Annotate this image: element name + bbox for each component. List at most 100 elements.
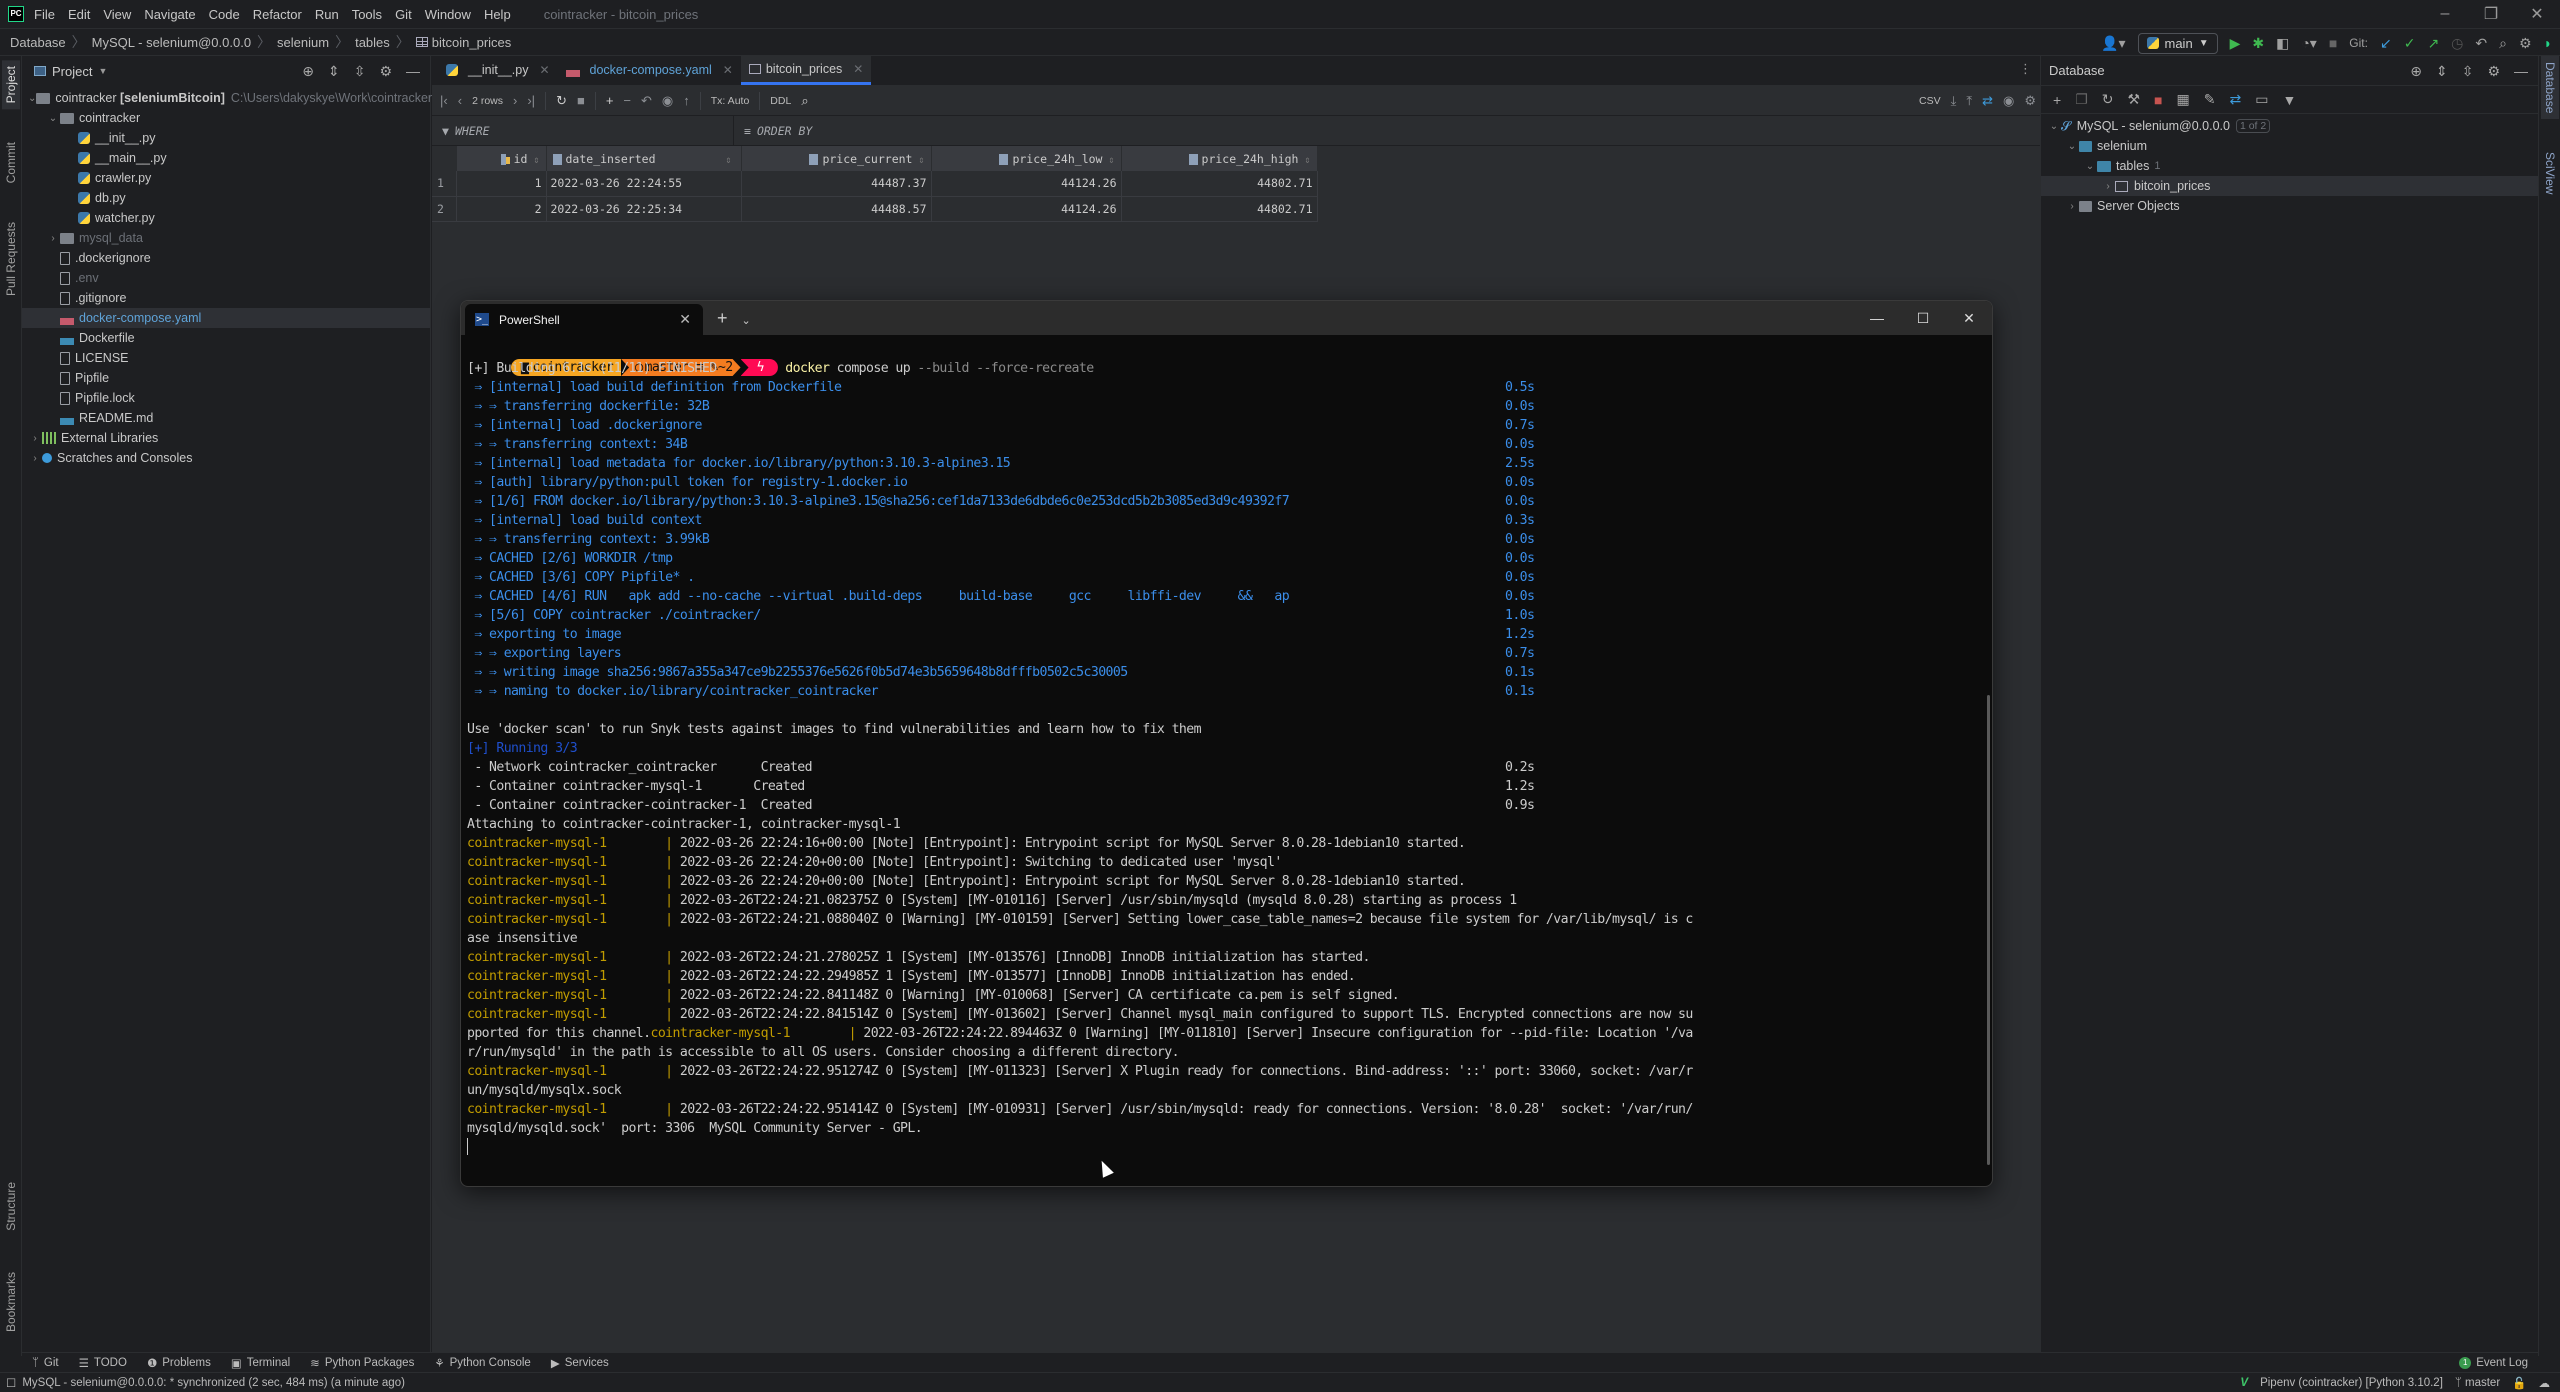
breadcrumb-tables[interactable]: tables xyxy=(355,35,390,50)
locate-icon[interactable]: ⊕ xyxy=(302,63,314,80)
tool-problems[interactable]: ❶ Problems xyxy=(147,1356,211,1370)
column-header-price-current[interactable]: price_current ⇕ xyxy=(741,146,932,171)
breadcrumb-schema[interactable]: selenium xyxy=(277,35,329,50)
refresh-icon[interactable]: ↻ xyxy=(556,93,567,109)
tree-item[interactable]: README.md xyxy=(22,408,430,428)
tool-git[interactable]: ᛘ Git xyxy=(32,1357,59,1369)
hide-icon[interactable]: — xyxy=(406,63,420,79)
jump-to-console-icon[interactable]: ⇄ xyxy=(2229,91,2241,108)
first-page-icon[interactable]: |‹ xyxy=(440,93,448,108)
lock-icon[interactable]: 🔓 xyxy=(2512,1376,2526,1390)
collapse-all-icon[interactable]: ⇳ xyxy=(354,63,366,80)
breadcrumb-connection[interactable]: MySQL - selenium@0.0.0.0 xyxy=(92,35,251,50)
restore-icon[interactable]: ❐ xyxy=(2468,0,2514,28)
order-by-filter[interactable]: ≡ ORDER BY xyxy=(734,124,812,138)
row-number[interactable]: 2 xyxy=(432,196,457,222)
chevron-down-icon[interactable]: ⌄ xyxy=(2065,141,2079,152)
event-log-button[interactable]: 1 Event Log xyxy=(2459,1356,2528,1369)
user-icon[interactable]: 👤▾ xyxy=(2101,35,2125,52)
stripe-tab-commit[interactable]: Commit xyxy=(2,136,20,189)
tree-item[interactable]: __init__.py xyxy=(22,128,430,148)
tab-docker-compose[interactable]: docker-compose.yaml ✕ xyxy=(558,55,741,85)
rows-selector[interactable]: 2 rows xyxy=(472,95,503,107)
status-message[interactable]: MySQL - selenium@0.0.0.0: * synchronized… xyxy=(22,1377,405,1389)
tree-table-bitcoin-prices[interactable]: › bitcoin_prices xyxy=(2041,176,2538,196)
tree-root[interactable]: ⌄ cointracker [seleniumBitcoin] C:\Users… xyxy=(22,88,432,108)
chevron-down-icon[interactable]: ⌄ xyxy=(2083,161,2097,172)
filter-icon[interactable]: ▼ xyxy=(2282,92,2296,108)
close-tab-icon[interactable]: ✕ xyxy=(539,63,549,77)
refresh-icon[interactable]: ↻ xyxy=(2102,91,2114,108)
properties-icon[interactable]: ⚒ xyxy=(2127,91,2140,108)
tree-scratches[interactable]: › Scratches and Consoles xyxy=(22,448,430,468)
stripe-tab-project[interactable]: Project xyxy=(2,60,20,110)
tree-item[interactable]: LICENSE xyxy=(22,348,430,368)
git-update-icon[interactable]: ↙ xyxy=(2380,35,2392,52)
preview-pending-icon[interactable]: ◉ xyxy=(662,93,673,109)
menu-code[interactable]: Code xyxy=(209,7,240,22)
import-icon[interactable]: ⤒ xyxy=(1966,93,1972,109)
submit-icon[interactable]: ↑ xyxy=(683,93,690,108)
tx-mode-selector[interactable]: Tx: Auto xyxy=(711,95,750,107)
edit-icon[interactable]: ✎ xyxy=(2204,91,2216,108)
tree-server-objects[interactable]: › Server Objects xyxy=(2041,196,2538,216)
new-tab-icon[interactable]: + xyxy=(717,308,728,329)
tree-item[interactable]: Pipfile xyxy=(22,368,430,388)
stripe-tab-structure[interactable]: Structure xyxy=(2,1176,20,1237)
column-header-date-inserted[interactable]: date_inserted ⇕ xyxy=(546,146,742,171)
close-tab-icon[interactable]: ✕ xyxy=(679,311,691,328)
breadcrumb-database[interactable]: Database xyxy=(10,35,66,50)
stop-icon[interactable]: ■ xyxy=(2329,35,2337,51)
maximize-icon[interactable]: ☐ xyxy=(1900,301,1946,335)
tree-item[interactable]: .gitignore xyxy=(22,288,430,308)
cell-price-current[interactable]: 44487.37 xyxy=(741,171,932,197)
close-icon[interactable]: ✕ xyxy=(2514,0,2560,28)
expand-all-icon[interactable]: ⇕ xyxy=(2436,63,2448,80)
row-number[interactable]: 1 xyxy=(432,171,457,197)
stripe-tab-pull-requests[interactable]: Pull Requests xyxy=(2,216,20,302)
close-tab-icon[interactable]: ✕ xyxy=(853,62,863,76)
search-icon[interactable]: ⌕ xyxy=(801,93,808,109)
menu-refactor[interactable]: Refactor xyxy=(253,7,302,22)
menu-view[interactable]: View xyxy=(103,7,131,22)
cell-id[interactable]: 2 xyxy=(456,196,547,222)
tree-external-libraries[interactable]: › External Libraries xyxy=(22,428,430,448)
tool-todo[interactable]: ☰ TODO xyxy=(79,1356,127,1370)
git-commit-icon[interactable]: ✓ xyxy=(2404,35,2416,52)
run-icon[interactable]: ▶ xyxy=(2230,35,2241,52)
prev-page-icon[interactable]: ‹ xyxy=(458,93,462,108)
tree-item[interactable]: .env xyxy=(22,268,430,288)
column-header-id[interactable]: id ⇕ xyxy=(456,146,547,171)
ddl-button[interactable]: DDL xyxy=(770,95,791,107)
terminal-scrollbar[interactable] xyxy=(1987,695,1990,1165)
add-row-icon[interactable]: + xyxy=(606,93,614,108)
settings-icon[interactable]: ⚙ xyxy=(2487,63,2500,80)
tool-python-packages[interactable]: ≋ Python Packages xyxy=(310,1356,414,1370)
table-row[interactable]: 2 2 2022-03-26 22:25:34 44488.57 44124.2… xyxy=(432,196,1318,222)
git-push-icon[interactable]: ↗ xyxy=(2427,35,2439,52)
locate-icon[interactable]: ⊕ xyxy=(2410,63,2422,80)
minimize-icon[interactable]: – xyxy=(2422,0,2468,28)
breadcrumb-table[interactable]: bitcoin_prices xyxy=(432,35,512,50)
table-row[interactable]: 1 1 2022-03-26 22:24:55 44487.37 44124.2… xyxy=(432,171,1318,197)
dropdown-icon[interactable]: ⌄ xyxy=(742,314,751,327)
cell-price-24h-low[interactable]: 44124.26 xyxy=(931,196,1122,222)
chevron-right-icon[interactable]: › xyxy=(28,433,42,444)
column-header-price-24h-low[interactable]: price_24h_low ⇕ xyxy=(931,146,1122,171)
coverage-icon[interactable]: ◧ xyxy=(2276,35,2289,52)
add-icon[interactable]: + xyxy=(2053,92,2061,108)
delete-row-icon[interactable]: − xyxy=(623,93,631,108)
git-branch-widget[interactable]: ᛘ master xyxy=(2455,1377,2500,1389)
tree-item[interactable]: Pipfile.lock xyxy=(22,388,430,408)
chevron-down-icon[interactable]: ⌄ xyxy=(2047,121,2061,132)
profile-icon[interactable]: ◔▾ xyxy=(2301,35,2316,52)
terminal-output[interactable]: ▆ cointracker ◯ master ≡ ✎~2 ϟ docker comp… xyxy=(461,335,1992,1186)
table-editor-icon[interactable]: ▦ xyxy=(2177,91,2190,108)
last-page-icon[interactable]: ›| xyxy=(527,93,535,108)
duplicate-icon[interactable]: ❐ xyxy=(2075,91,2088,108)
more-tabs-icon[interactable]: ⋮ xyxy=(2019,61,2032,77)
interpreter-selector[interactable]: Pipenv (cointracker) [Python 3.10.2] xyxy=(2260,1377,2443,1389)
settings-icon[interactable]: ⚙ xyxy=(2024,93,2036,109)
cell-price-24h-low[interactable]: 44124.26 xyxy=(931,171,1122,197)
tool-services[interactable]: ▶ Services xyxy=(551,1356,609,1370)
